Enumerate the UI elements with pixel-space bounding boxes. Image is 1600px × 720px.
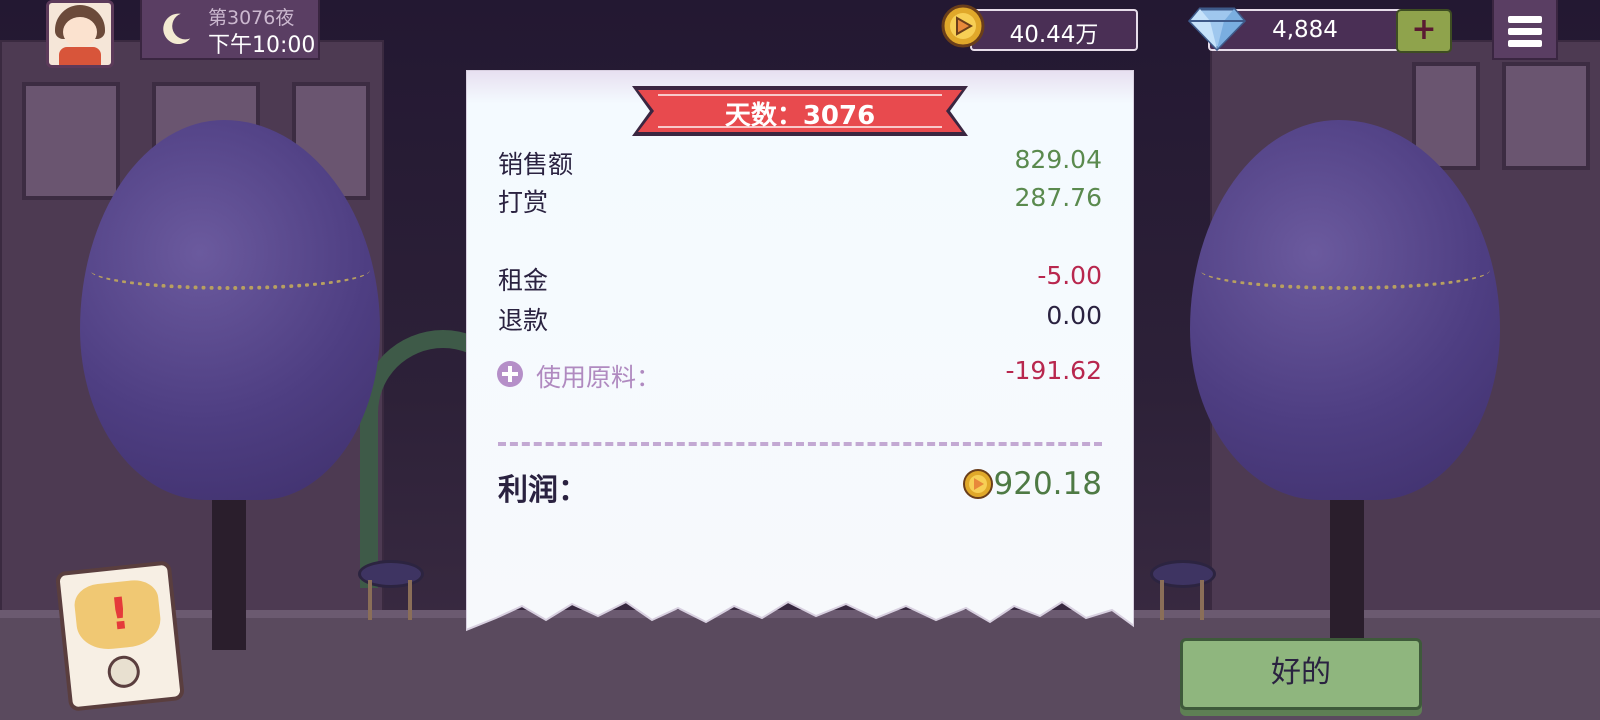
menu-button[interactable] (1492, 0, 1558, 60)
stool-leg (1160, 580, 1164, 620)
hamburger-icon (1508, 40, 1542, 47)
sales-label: 销售额 (498, 150, 574, 179)
ingredients-label[interactable]: 使用原料： (536, 358, 661, 394)
clock-time: 下午10:00 (208, 33, 316, 58)
stool-leg (368, 580, 372, 620)
building-window (1502, 62, 1590, 170)
star-garland-left (90, 250, 370, 290)
night-counter: 第3076夜 (208, 7, 295, 29)
coin-icon (963, 469, 993, 499)
gem-amount: 4,884 (1272, 17, 1338, 43)
ok-button[interactable]: 好的 (1180, 638, 1422, 710)
stool-leg (1200, 580, 1204, 620)
tips-value: 287.76 (1014, 183, 1102, 212)
rent-value: -5.00 (1037, 261, 1102, 290)
moon-icon (163, 13, 191, 45)
avatar-face (63, 17, 97, 47)
alert-card[interactable]: ! (55, 560, 185, 712)
diamond-icon (1188, 7, 1246, 52)
profit-value: 920.18 (993, 466, 1102, 502)
add-gems-button[interactable]: + (1396, 9, 1452, 53)
building-window (22, 82, 120, 200)
coin-amount: 40.44万 (1009, 22, 1099, 48)
gem-balance: 4,884 (1188, 3, 1426, 52)
cat-face-icon: ! (72, 577, 164, 653)
day-time-panel: 第3076夜 下午10:00 (140, 0, 320, 60)
player-avatar[interactable] (46, 0, 114, 68)
refund-label: 退款 (498, 306, 549, 335)
hamburger-icon (1508, 28, 1542, 35)
exclamation-icon: ! (107, 587, 133, 641)
card-indicator (106, 654, 142, 690)
refund-value: 0.00 (1046, 301, 1102, 330)
ingredients-value: -191.62 (1005, 356, 1103, 385)
receipt-divider (498, 442, 1102, 446)
tips-label: 打赏 (498, 188, 549, 217)
stool-leg (408, 580, 412, 620)
coin-balance: 40.44万 (940, 3, 1138, 51)
day-ribbon: 天数：3076 (632, 82, 968, 140)
day-title: 天数：3076 (724, 101, 876, 131)
sales-value: 829.04 (1014, 145, 1102, 174)
rent-label: 租金 (498, 266, 549, 295)
profit-label: 利润： (498, 473, 588, 508)
avatar-dress (59, 47, 101, 65)
daily-receipt: 天数：3076 销售额 829.04 打赏 287.76 租金 -5.00 退款… (466, 70, 1134, 640)
plus-circle-icon[interactable] (496, 360, 524, 388)
coin-box: 40.44万 (970, 9, 1138, 51)
hamburger-icon (1508, 16, 1542, 23)
coin-icon (941, 4, 985, 48)
star-garland-right (1200, 250, 1490, 290)
